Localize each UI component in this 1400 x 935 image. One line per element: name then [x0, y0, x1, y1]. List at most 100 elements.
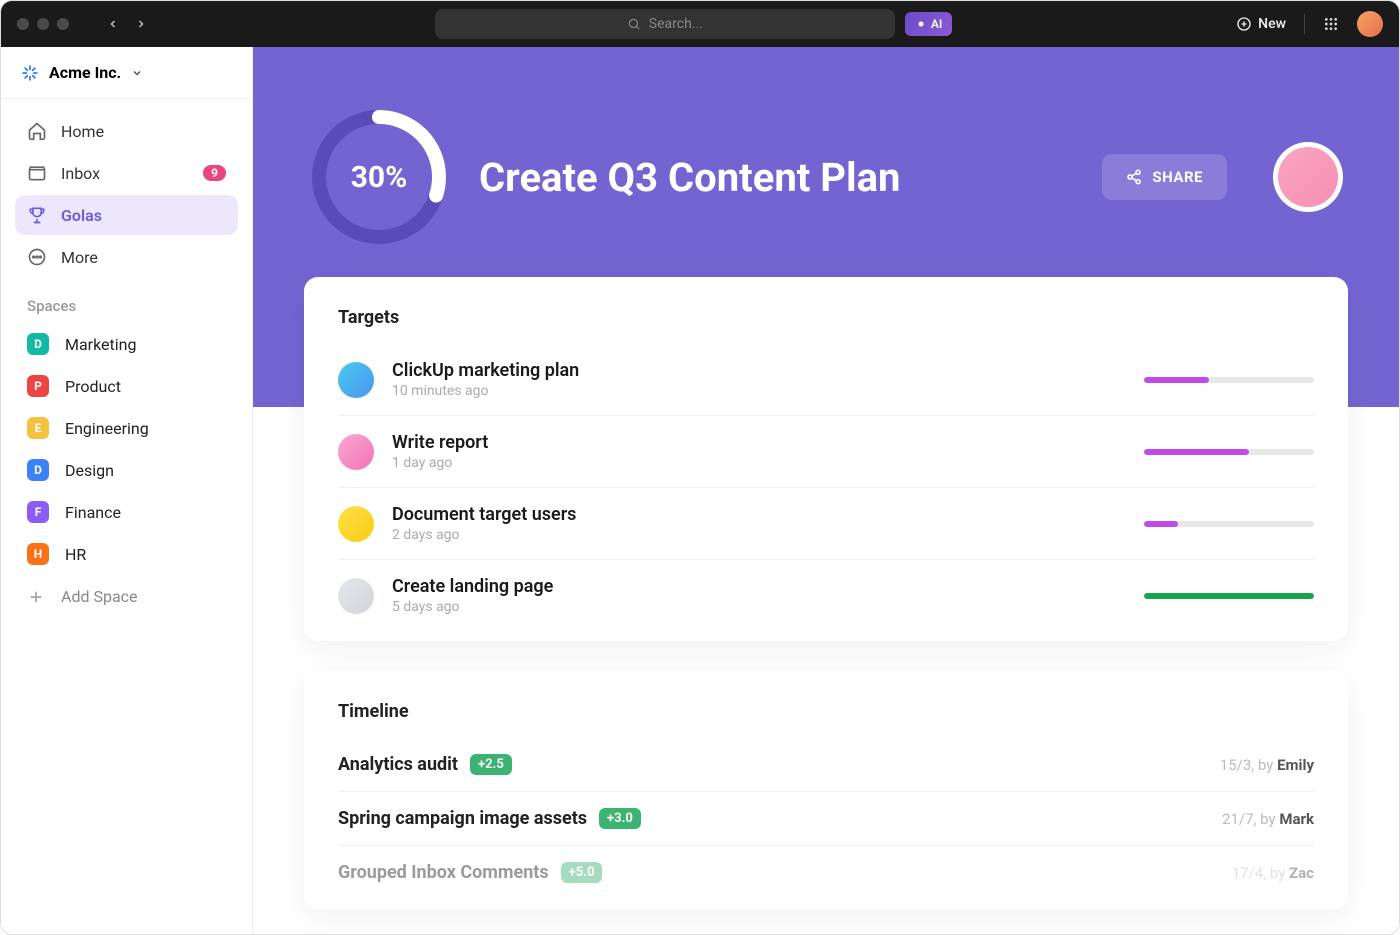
- search-icon: [627, 17, 641, 31]
- space-avatar: D: [27, 459, 49, 481]
- timeline-row[interactable]: Grouped Inbox Comments +5.0 17/4, by Zac: [338, 846, 1314, 899]
- nav-badge: 9: [203, 165, 226, 181]
- divider: [1304, 14, 1305, 34]
- ai-label: AI: [931, 17, 942, 31]
- workspace-logo-icon: [21, 64, 39, 82]
- target-meta: 1 day ago: [392, 455, 1126, 471]
- ai-icon: [915, 18, 927, 30]
- page-title: Create Q3 Content Plan: [479, 154, 1072, 201]
- add-space-label: Add Space: [61, 587, 138, 606]
- timeline-title: Spring campaign image assets: [338, 808, 587, 829]
- target-meta: 2 days ago: [392, 527, 1126, 543]
- new-label: New: [1258, 16, 1286, 32]
- timeline-meta: 15/3, by Emily: [1220, 756, 1314, 774]
- target-avatar: [338, 362, 374, 398]
- timeline-row[interactable]: Analytics audit +2.5 15/3, by Emily: [338, 738, 1314, 792]
- timeline-delta-badge: +3.0: [599, 808, 641, 829]
- target-title: Document target users: [392, 504, 1126, 525]
- forward-button[interactable]: [135, 15, 147, 34]
- space-item[interactable]: D Marketing: [1, 323, 252, 365]
- target-row[interactable]: ClickUp marketing plan 10 minutes ago: [338, 344, 1314, 416]
- target-progress: [1144, 593, 1314, 599]
- user-avatar[interactable]: [1357, 11, 1383, 37]
- goal-progress-ring: 30%: [309, 107, 449, 247]
- space-label: Marketing: [65, 335, 136, 354]
- add-space-button[interactable]: Add Space: [1, 575, 252, 618]
- workspace-name: Acme Inc.: [49, 63, 121, 82]
- nav-item-more[interactable]: More: [15, 237, 238, 277]
- search-input[interactable]: Search...: [435, 9, 895, 39]
- spaces-heading: Spaces: [1, 279, 252, 323]
- window-controls: [17, 18, 69, 30]
- workspace-switcher[interactable]: Acme Inc.: [1, 47, 252, 99]
- target-meta: 10 minutes ago: [392, 383, 1126, 399]
- grid-icon: [1323, 16, 1339, 32]
- timeline-heading: Timeline: [338, 701, 1314, 722]
- share-button[interactable]: SHARE: [1102, 154, 1227, 200]
- space-item[interactable]: P Product: [1, 365, 252, 407]
- goal-owner-avatar[interactable]: [1273, 142, 1343, 212]
- apps-menu[interactable]: [1323, 16, 1339, 32]
- main-content: 30% Create Q3 Content Plan SHARE Targets…: [253, 47, 1399, 934]
- trophy-icon: [27, 205, 47, 225]
- home-icon: [27, 121, 47, 141]
- nav-item-label: Home: [61, 122, 104, 141]
- target-meta: 5 days ago: [392, 599, 1126, 615]
- inbox-icon: [27, 163, 47, 183]
- target-progress: [1144, 521, 1314, 527]
- timeline-row[interactable]: Spring campaign image assets +3.0 21/7, …: [338, 792, 1314, 846]
- target-row[interactable]: Write report 1 day ago: [338, 416, 1314, 488]
- timeline-meta: 17/4, by Zac: [1232, 864, 1314, 882]
- target-title: Create landing page: [392, 576, 1126, 597]
- search-placeholder: Search...: [649, 16, 703, 32]
- target-avatar: [338, 434, 374, 470]
- target-progress: [1144, 377, 1314, 383]
- window-close[interactable]: [17, 18, 29, 30]
- space-label: Product: [65, 377, 121, 396]
- timeline-card: Timeline Analytics audit +2.5 15/3, by E…: [304, 671, 1348, 909]
- target-title: ClickUp marketing plan: [392, 360, 1126, 381]
- space-item[interactable]: H HR: [1, 533, 252, 575]
- space-avatar: D: [27, 333, 49, 355]
- nav-item-inbox[interactable]: Inbox 9: [15, 153, 238, 193]
- timeline-meta: 21/7, by Mark: [1222, 810, 1314, 828]
- target-avatar: [338, 506, 374, 542]
- back-button[interactable]: [107, 15, 119, 34]
- target-avatar: [338, 578, 374, 614]
- target-row[interactable]: Document target users 2 days ago: [338, 488, 1314, 560]
- space-item[interactable]: D Design: [1, 449, 252, 491]
- ai-button[interactable]: AI: [905, 12, 952, 36]
- plus-icon: [27, 588, 45, 606]
- window-minimize[interactable]: [37, 18, 49, 30]
- space-avatar: F: [27, 501, 49, 523]
- space-label: Finance: [65, 503, 121, 522]
- share-label: SHARE: [1152, 168, 1203, 186]
- space-avatar: P: [27, 375, 49, 397]
- targets-heading: Targets: [338, 307, 1314, 328]
- nav-item-goals[interactable]: Golas: [15, 195, 238, 235]
- timeline-delta-badge: +2.5: [470, 754, 512, 775]
- target-progress: [1144, 449, 1314, 455]
- targets-card: Targets ClickUp marketing plan 10 minute…: [304, 277, 1348, 641]
- sidebar: Acme Inc. Home Inbox 9 Golas More Spaces…: [1, 47, 253, 934]
- history-nav: [107, 15, 147, 34]
- goal-percent: 30%: [309, 107, 449, 247]
- timeline-title: Analytics audit: [338, 754, 458, 775]
- target-title: Write report: [392, 432, 1126, 453]
- share-icon: [1126, 169, 1142, 185]
- space-avatar: H: [27, 543, 49, 565]
- space-label: HR: [65, 545, 86, 564]
- nav-item-label: More: [61, 248, 98, 267]
- space-label: Design: [65, 461, 114, 480]
- nav-item-label: Golas: [61, 206, 102, 225]
- new-button[interactable]: New: [1236, 16, 1286, 32]
- titlebar: Search... AI New: [1, 1, 1399, 47]
- dots-icon: [27, 247, 47, 267]
- nav-item-home[interactable]: Home: [15, 111, 238, 151]
- space-label: Engineering: [65, 419, 149, 438]
- window-maximize[interactable]: [57, 18, 69, 30]
- space-avatar: E: [27, 417, 49, 439]
- target-row[interactable]: Create landing page 5 days ago: [338, 560, 1314, 631]
- space-item[interactable]: F Finance: [1, 491, 252, 533]
- space-item[interactable]: E Engineering: [1, 407, 252, 449]
